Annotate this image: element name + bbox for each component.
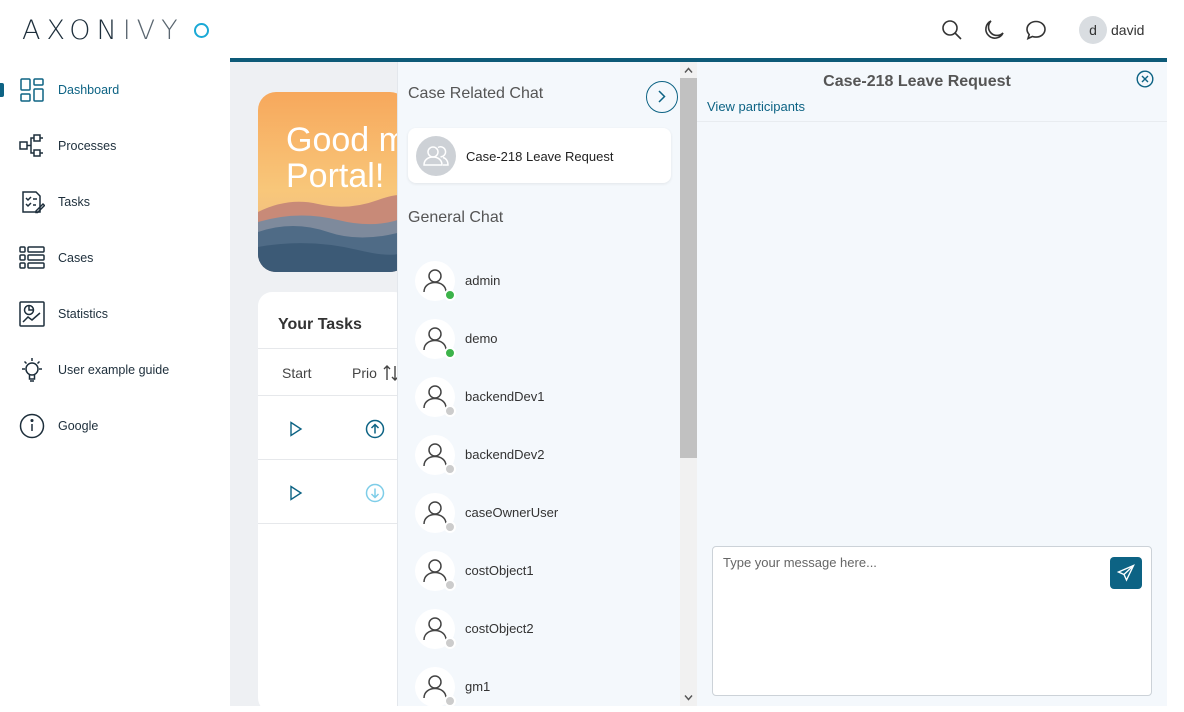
sidebar-item-label: Dashboard [58, 83, 120, 97]
logo-thin: IVY [122, 14, 184, 46]
column-start: Start [282, 365, 312, 381]
avatar[interactable]: d [1079, 16, 1107, 44]
priority-low-icon [365, 483, 385, 503]
play-icon[interactable] [289, 421, 303, 437]
scrollbar-thumb[interactable] [680, 78, 697, 458]
search-icon[interactable] [941, 19, 963, 41]
chat-icon[interactable] [1025, 19, 1047, 41]
user-name: admin [465, 273, 501, 288]
welcome-line-2: Portal! [286, 157, 385, 195]
your-tasks-title: Your Tasks [278, 316, 362, 333]
user-chat-item[interactable]: demo [398, 319, 680, 377]
sidebar-item-processes[interactable]: Processes [0, 124, 230, 168]
table-row[interactable] [258, 396, 408, 460]
cases-icon [19, 245, 45, 271]
chat-title: Case-218 Leave Request [823, 73, 1011, 90]
user-chat-item[interactable]: costObject2 [398, 609, 680, 667]
welcome-line-1: Good m [286, 121, 407, 159]
scroll-up-icon[interactable] [684, 66, 693, 75]
chat-list-panel: Case Related Chat Case-218 Leave Request… [397, 62, 680, 706]
logo-main: AXON [22, 14, 123, 46]
tasks-table-header: Start Prio [258, 348, 408, 396]
sidebar-item-user-example-guide[interactable]: User example guide [0, 348, 230, 392]
user-name: costObject2 [465, 621, 534, 636]
moon-icon[interactable] [983, 19, 1005, 41]
status-dot [444, 695, 456, 706]
your-tasks-card: Your Tasks Start Prio [258, 292, 408, 712]
username-label[interactable]: david [1111, 22, 1144, 38]
sidebar-item-cases[interactable]: Cases [0, 236, 230, 280]
user-name: caseOwnerUser [465, 505, 559, 520]
user-chat-item[interactable]: caseOwnerUser [398, 493, 680, 551]
status-dot [444, 347, 456, 359]
chevron-right-icon [658, 90, 666, 103]
sidebar-item-dashboard[interactable]: Dashboard [0, 68, 230, 112]
general-chat-title: General Chat [408, 209, 504, 226]
status-dot [444, 521, 456, 533]
welcome-banner: Good m Portal! [258, 92, 408, 272]
play-icon[interactable] [289, 485, 303, 501]
user-chat-item[interactable]: admin [398, 261, 680, 319]
send-icon [1116, 564, 1135, 582]
close-icon[interactable] [1136, 70, 1154, 88]
user-chat-item[interactable]: backendDev2 [398, 435, 680, 493]
sidebar-item-label: Cases [58, 251, 94, 265]
statistics-icon [19, 301, 45, 327]
user-name: costObject1 [465, 563, 534, 578]
user-name: demo [465, 331, 498, 346]
axonivy-logo[interactable]: AXONIVY [22, 14, 209, 46]
tasks-icon [19, 189, 45, 215]
group-avatar-icon [416, 136, 456, 176]
status-dot [444, 289, 456, 301]
table-row[interactable] [258, 460, 408, 524]
view-participants-link[interactable]: View participants [707, 99, 805, 114]
sidebar-item-google[interactable]: Google [0, 404, 230, 448]
case-chat-item[interactable]: Case-218 Leave Request [408, 128, 671, 183]
status-dot [444, 463, 456, 475]
column-prio[interactable]: Prio [352, 365, 377, 381]
sidebar-item-label: User example guide [58, 363, 170, 377]
page-right-edge [1167, 0, 1184, 706]
sidebar-item-statistics[interactable]: Statistics [0, 292, 230, 336]
info-icon [19, 413, 45, 439]
user-chat-item[interactable]: gm1 [398, 667, 680, 706]
message-box [712, 546, 1152, 696]
priority-high-icon [365, 419, 385, 439]
sidebar-item-label: Google [58, 419, 99, 433]
dashboard-icon [19, 77, 45, 103]
user-chat-item[interactable]: backendDev1 [398, 377, 680, 435]
sidebar-item-tasks[interactable]: Tasks [0, 180, 230, 224]
sidebar: AXONIVY Dashboard Processes Tasks Cases … [0, 0, 230, 706]
user-name: gm1 [465, 679, 491, 694]
lightbulb-icon [19, 357, 45, 383]
sidebar-item-label: Statistics [58, 307, 109, 321]
chat-header: Case-218 Leave Request View participants [697, 62, 1167, 122]
user-name: backendDev2 [465, 447, 545, 462]
user-name: backendDev1 [465, 389, 545, 404]
case-related-chat-title: Case Related Chat [408, 85, 544, 102]
send-button[interactable] [1110, 557, 1142, 589]
case-chat-next-button[interactable] [646, 81, 678, 113]
user-chat-item[interactable]: costObject1 [398, 551, 680, 609]
processes-icon [19, 133, 45, 159]
sidebar-item-label: Processes [58, 139, 117, 153]
status-dot [444, 405, 456, 417]
chat-window: Case-218 Leave Request View participants [697, 62, 1167, 706]
status-dot [444, 637, 456, 649]
logo-circle-icon [194, 23, 209, 38]
status-dot [444, 579, 456, 591]
sidebar-item-label: Tasks [58, 195, 90, 209]
case-chat-label: Case-218 Leave Request [466, 149, 614, 164]
message-input[interactable] [723, 555, 1103, 685]
chat-list-scrollbar[interactable] [680, 62, 697, 706]
scroll-down-icon[interactable] [684, 693, 693, 702]
